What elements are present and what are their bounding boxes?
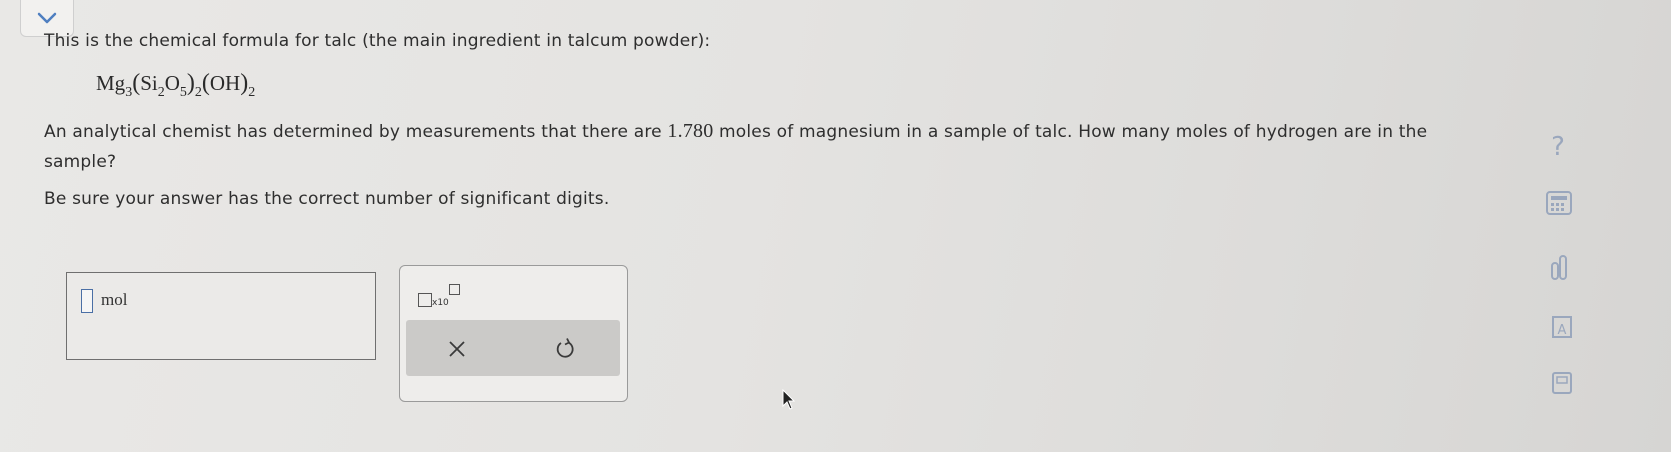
formula-o: O [164, 71, 180, 95]
sig-fig-note: Be sure your answer has the correct numb… [44, 189, 610, 209]
question-body: This is the chemical formula for talc (t… [44, 30, 1544, 209]
prompt-before: An analytical chemist has determined by … [44, 122, 668, 142]
formula-oh-sub: 2 [248, 85, 256, 100]
book-icon[interactable] [1538, 366, 1578, 400]
answer-input[interactable] [81, 289, 93, 313]
chemical-formula: Mg3(Si2O5)2(OH)2 [96, 70, 256, 100]
magnesium-amount: 1.780 [667, 120, 714, 142]
chevron-down-icon [37, 12, 57, 24]
sci-base-box-icon [418, 293, 432, 307]
formula-o-sub: 5 [179, 85, 187, 100]
svg-text:A: A [1558, 323, 1567, 338]
chart-icon[interactable] [1538, 250, 1578, 284]
sci-x10-label: x10 [432, 298, 449, 308]
help-icon[interactable]: ? [1538, 130, 1578, 164]
formula-si-sub: 2 [157, 85, 165, 100]
answer-area: mol [66, 272, 376, 360]
scientific-notation-button[interactable]: x10 [418, 284, 464, 314]
formula-oh: OH [209, 71, 241, 95]
question-prompt: An analytical chemist has determined by … [44, 116, 1484, 177]
sci-exponent-box-icon [449, 284, 460, 295]
formula-group-sub: 2 [194, 85, 202, 100]
calculator-icon[interactable] [1538, 186, 1578, 220]
clear-button[interactable] [444, 336, 470, 362]
question-intro: This is the chemical formula for talc (t… [44, 31, 711, 51]
action-bar [406, 320, 620, 376]
formula-si: Si [140, 71, 158, 95]
math-tool-panel: x10 [399, 265, 628, 402]
undo-icon [556, 338, 574, 358]
x-icon [449, 341, 465, 357]
mouse-cursor-icon [782, 388, 796, 415]
unit-label: mol [101, 290, 128, 309]
undo-button[interactable] [552, 336, 578, 362]
formula-mg: Mg [96, 71, 126, 95]
periodic-table-icon[interactable]: A [1538, 310, 1578, 344]
